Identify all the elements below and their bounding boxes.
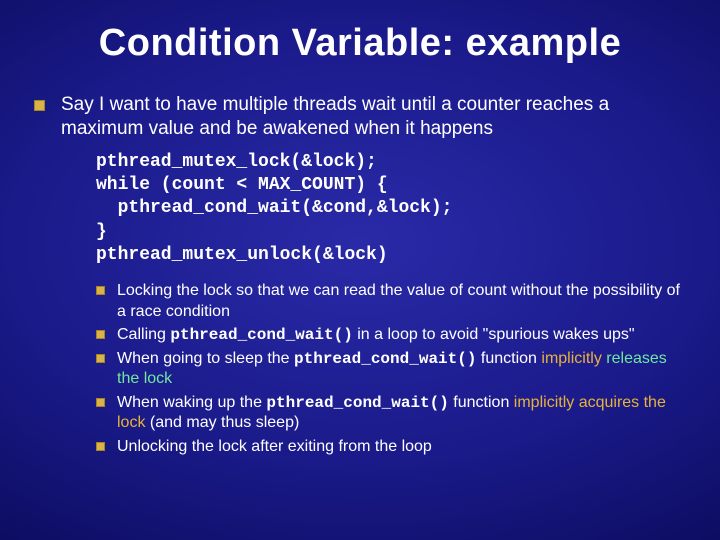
sub-bullet-1: Locking the lock so that we can read the… xyxy=(96,281,686,322)
inline-code: pthread_cond_wait() xyxy=(266,394,448,412)
text-frag: When going to sleep the xyxy=(117,350,294,367)
text-frag: (and may thus sleep) xyxy=(145,414,299,431)
accent-text: implicitly xyxy=(541,350,601,367)
bullet-icon xyxy=(34,100,45,111)
code-block: pthread_mutex_lock(&lock); while (count … xyxy=(96,151,686,268)
sub-bullet-3: When going to sleep the pthread_cond_wai… xyxy=(96,349,686,390)
sub-bullet-4: When waking up the pthread_cond_wait() f… xyxy=(96,393,686,434)
slide-title: Condition Variable: example xyxy=(34,22,686,65)
text-frag: in a loop to avoid "spurious wakes ups" xyxy=(353,326,635,343)
bullet-icon xyxy=(96,442,105,451)
bullet-icon xyxy=(96,330,105,339)
sub-text: Calling pthread_cond_wait() in a loop to… xyxy=(117,325,635,345)
bullet-icon xyxy=(96,286,105,295)
sub-bullet-2: Calling pthread_cond_wait() in a loop to… xyxy=(96,325,686,345)
sub-text: When waking up the pthread_cond_wait() f… xyxy=(117,393,686,434)
sub-text: Locking the lock so that we can read the… xyxy=(117,281,686,322)
lead-text: Say I want to have multiple threads wait… xyxy=(61,93,686,141)
sub-text: When going to sleep the pthread_cond_wai… xyxy=(117,349,686,390)
text-frag: When waking up the xyxy=(117,394,266,411)
inline-code: pthread_cond_wait() xyxy=(170,326,352,344)
sub-text: Unlocking the lock after exiting from th… xyxy=(117,437,432,457)
bullet-icon xyxy=(96,398,105,407)
text-frag: function xyxy=(449,394,514,411)
lead-bullet: Say I want to have multiple threads wait… xyxy=(34,93,686,141)
text-frag: Calling xyxy=(117,326,170,343)
inline-code: pthread_cond_wait() xyxy=(294,350,476,368)
slide: Condition Variable: example Say I want t… xyxy=(0,0,720,540)
bullet-icon xyxy=(96,354,105,363)
sub-bullet-list: Locking the lock so that we can read the… xyxy=(96,281,686,457)
sub-bullet-5: Unlocking the lock after exiting from th… xyxy=(96,437,686,457)
text-frag: function xyxy=(476,350,541,367)
